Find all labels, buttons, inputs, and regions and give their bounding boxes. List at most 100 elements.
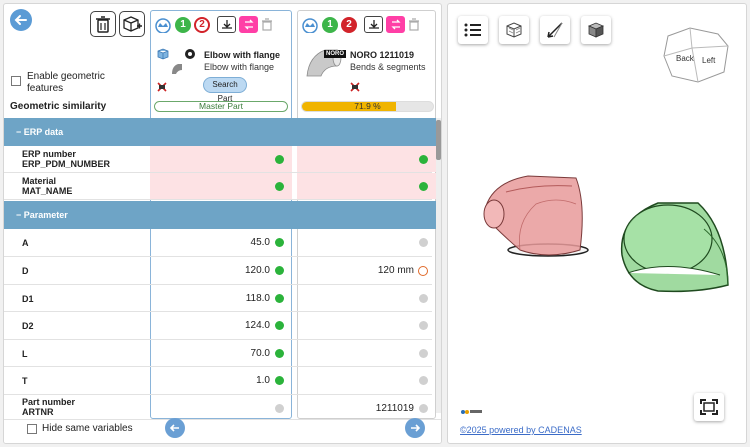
view-cube-back-label[interactable]: Back: [676, 54, 695, 63]
empty-dot: [275, 404, 284, 413]
geometric-similarity-label: Geometric similarity: [10, 101, 107, 112]
empty-dot: [419, 321, 428, 330]
trash-icon[interactable]: [408, 18, 420, 31]
section-erp-data[interactable]: − ERP data: [4, 118, 436, 146]
table-row: L 70.0: [4, 340, 432, 367]
empty-dot: [419, 349, 428, 358]
wireframe-button[interactable]: [499, 16, 529, 44]
candidate-cell: [297, 285, 436, 311]
master-cell: 120.0: [150, 257, 292, 284]
table-row: D1 118.0: [4, 285, 432, 312]
table-row: D2 124.0: [4, 312, 432, 340]
master-part-model[interactable]: [476, 164, 596, 264]
enable-geometric-label: Enable geometric features: [27, 71, 105, 94]
list-icon: [464, 23, 481, 37]
crown-icon[interactable]: [301, 17, 319, 33]
comparison-panel: Enable geometric features Geometric simi…: [3, 3, 442, 444]
table-row: T 1.0: [4, 367, 432, 395]
candidate-part-model[interactable]: [608, 189, 738, 299]
match-dot: [275, 321, 284, 330]
hide-same-checkbox[interactable]: [27, 424, 37, 434]
row-label: T: [22, 376, 28, 386]
partial-match-dot: [418, 266, 428, 276]
master-part-pill: Master Part: [154, 101, 288, 112]
wireframe-cube-icon: [506, 22, 522, 38]
row-label: A: [22, 238, 29, 248]
scroll-left-button[interactable]: [165, 418, 185, 438]
part-thumbnail: [170, 62, 184, 75]
row-label: Part number ARTNR: [22, 397, 76, 417]
download-button[interactable]: [217, 16, 236, 33]
table-row: Material MAT_NAME: [4, 173, 436, 200]
fullscreen-button[interactable]: [694, 393, 724, 421]
download-button[interactable]: [364, 16, 383, 33]
table-row: D 120.0 120 mm: [4, 257, 432, 285]
measure-button[interactable]: [540, 16, 570, 44]
match-dot: [275, 155, 284, 164]
trash-icon[interactable]: [261, 18, 273, 31]
table-row: ERP number ERP_PDM_NUMBER: [4, 146, 436, 173]
powered-by-link[interactable]: ©2025 powered by CADENAS: [460, 425, 582, 435]
fullscreen-icon: [700, 399, 718, 415]
row-label: D2: [22, 321, 34, 331]
row-label: Material MAT_NAME: [22, 176, 73, 196]
no-cad-icon: [157, 82, 167, 92]
shaded-cube-icon: [587, 22, 605, 38]
table-scrollbar[interactable]: [436, 118, 441, 413]
shaded-button[interactable]: [581, 16, 611, 44]
back-button[interactable]: [10, 9, 32, 31]
candidate-cell: 1211019: [297, 395, 436, 419]
match-dot: [419, 155, 428, 164]
mismatch-count-badge[interactable]: 2: [194, 16, 210, 33]
row-label: L: [22, 349, 28, 359]
cube-add-icon: [123, 16, 142, 32]
arrow-left-icon: [14, 15, 27, 25]
match-dot: [275, 376, 284, 385]
arrow-left-icon: [169, 424, 179, 432]
section-parameter[interactable]: − Parameter: [4, 201, 436, 229]
master-cell: [150, 395, 292, 419]
candidate-cell: [297, 173, 436, 199]
crown-icon[interactable]: [154, 17, 172, 33]
similarity-progress: 71.9 %: [301, 101, 434, 112]
delete-all-button[interactable]: [90, 11, 116, 37]
cube-icon: [157, 48, 169, 60]
master-cell: 124.0: [150, 312, 292, 339]
list-view-button[interactable]: [458, 16, 488, 44]
add-part-button[interactable]: [119, 11, 145, 37]
match-dot: [275, 182, 284, 191]
master-cell: 1.0: [150, 367, 292, 394]
swap-button[interactable]: [239, 16, 258, 33]
master-cell: [150, 146, 292, 172]
view-cube[interactable]: Back Left: [660, 26, 734, 84]
viewer-panel: Back Left ©2025 powered by CADENAS: [447, 3, 747, 444]
row-label: D: [22, 266, 29, 276]
master-part-subtitle: Elbow with flange: [204, 62, 275, 72]
match-dot: [419, 182, 428, 191]
download-icon: [368, 20, 379, 29]
scroll-right-button[interactable]: [405, 418, 425, 438]
scrollbar-thumb[interactable]: [436, 120, 441, 160]
match-dot: [275, 349, 284, 358]
candidate-cell: [297, 367, 436, 394]
no-cad-icon: [350, 82, 360, 92]
swap-button[interactable]: [386, 16, 405, 33]
section-parameter-label: − Parameter: [16, 210, 68, 220]
match-count-badge[interactable]: 1: [175, 16, 191, 33]
master-cell: 70.0: [150, 340, 292, 366]
match-dot: [275, 238, 284, 247]
empty-dot: [419, 238, 428, 247]
candidate-cell: 120 mm: [297, 257, 436, 284]
mismatch-count-badge[interactable]: 2: [341, 16, 357, 33]
master-cell: [150, 173, 292, 199]
hide-same-label: Hide same variables: [42, 423, 133, 434]
search-part-button[interactable]: Search Part: [203, 77, 247, 103]
master-part-title: Elbow with flange: [204, 50, 280, 60]
match-count-badge[interactable]: 1: [322, 16, 338, 33]
empty-dot: [419, 294, 428, 303]
enable-geometric-checkbox[interactable]: [11, 76, 21, 86]
section-erp-label: − ERP data: [16, 127, 64, 137]
cadenas-logo: [460, 408, 482, 416]
table-row: Part number ARTNR 1211019: [4, 395, 432, 419]
view-cube-left-label[interactable]: Left: [702, 56, 716, 65]
